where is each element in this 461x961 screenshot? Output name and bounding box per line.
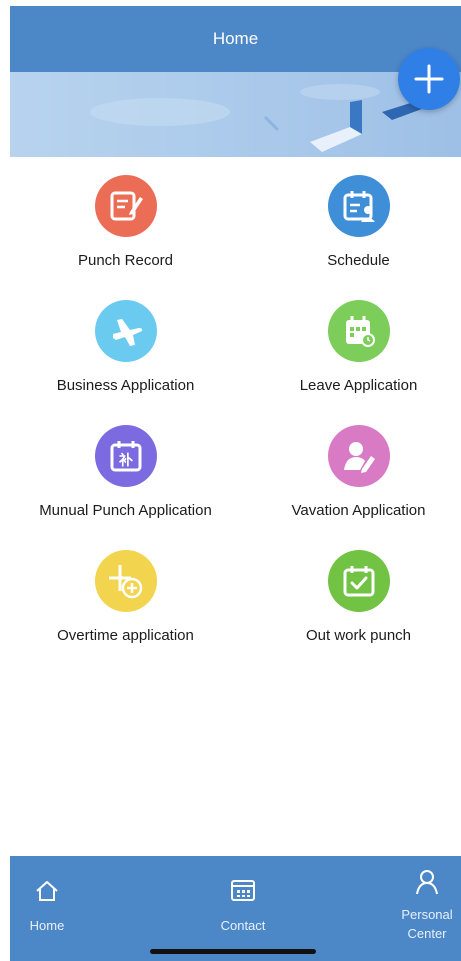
schedule-icon-circle: [327, 175, 390, 237]
add-fab-button[interactable]: [398, 48, 460, 110]
calendar-person-icon: [343, 191, 375, 222]
grid-item-punch-record[interactable]: Punch Record: [13, 175, 238, 285]
leave-icon-circle: [327, 300, 390, 362]
banner-illustration: [90, 84, 430, 152]
grid-label: Leave Application: [299, 377, 418, 394]
tab-home[interactable]: Home: [10, 856, 84, 961]
contact-book-icon: [231, 880, 255, 901]
tab-label: Home: [29, 918, 65, 933]
grid-item-schedule[interactable]: Schedule: [246, 175, 461, 285]
header: Home: [10, 6, 461, 72]
person-icon: [416, 870, 438, 895]
person-edit-icon: [343, 442, 375, 473]
tab-label: Contact: [220, 918, 266, 933]
tab-contact[interactable]: Contact: [200, 856, 286, 961]
calendar-glyph: 补: [118, 452, 133, 469]
grid-label: Out work punch: [305, 627, 412, 644]
tab-personal-center[interactable]: Personal Center: [393, 856, 461, 961]
overtime-icon-circle: [94, 550, 157, 612]
calendar-check-icon: [343, 566, 374, 597]
out-work-icon-circle: [327, 550, 390, 612]
manual-punch-icon-circle: 补: [94, 425, 157, 487]
bottom-tab-bar: Home Contact Personal Center: [10, 856, 461, 961]
banner: [10, 72, 461, 157]
tab-label: Personal Center: [401, 907, 453, 941]
time-plus-icon: [108, 565, 142, 599]
plus-icon: [414, 64, 444, 94]
home-indicator: [150, 949, 316, 954]
punch-record-icon-circle: [94, 175, 157, 237]
page-title: Home: [212, 29, 259, 48]
grid-item-overtime-application[interactable]: Overtime application: [13, 550, 238, 660]
grid-label: Schedule: [327, 252, 390, 269]
grid-label: Vavation Application: [291, 502, 426, 519]
calendar-clock-icon: [345, 316, 375, 347]
vacation-icon-circle: [327, 425, 390, 487]
grid-item-vacation-application[interactable]: Vavation Application: [246, 425, 461, 535]
grid-label: Business Application: [56, 377, 195, 394]
app-frame: Home Punch Record Schedule Business Appl…: [10, 6, 461, 961]
business-icon-circle: [94, 300, 157, 362]
grid-label: Overtime application: [57, 627, 194, 644]
grid-label: Punch Record: [77, 252, 174, 269]
grid-item-out-work-punch[interactable]: Out work punch: [246, 550, 461, 660]
grid-item-manual-punch-application[interactable]: 补 Munual Punch Application: [13, 425, 238, 535]
calendar-supplement-icon: 补: [110, 441, 141, 472]
airplane-icon: [112, 319, 142, 346]
grid-label: Munual Punch Application: [39, 502, 212, 519]
grid-item-business-application[interactable]: Business Application: [13, 300, 238, 410]
grid-item-leave-application[interactable]: Leave Application: [246, 300, 461, 410]
edit-document-icon: [110, 191, 143, 221]
home-icon: [36, 881, 58, 901]
